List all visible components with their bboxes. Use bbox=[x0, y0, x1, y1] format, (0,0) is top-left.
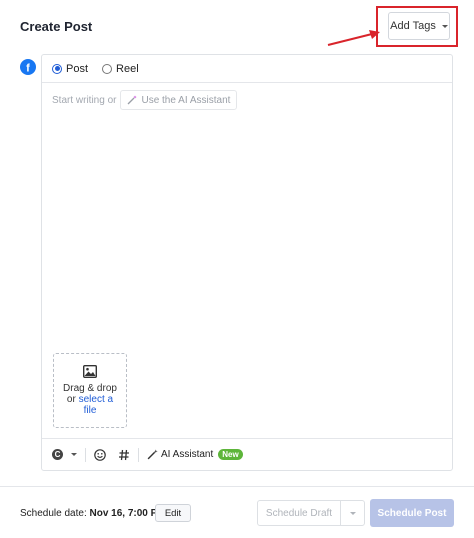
new-badge: New bbox=[218, 449, 243, 460]
chevron-down-icon[interactable] bbox=[71, 453, 77, 456]
magic-wand-icon bbox=[147, 449, 158, 460]
media-dropzone[interactable]: Drag & drop or select a file bbox=[53, 353, 127, 428]
start-writing-text: Start writing or bbox=[52, 94, 117, 106]
emoji-icon[interactable] bbox=[94, 448, 106, 461]
annotation-arrow-icon bbox=[327, 30, 380, 46]
select-file-link[interactable]: select a bbox=[79, 394, 113, 405]
post-type-reel-label: Reel bbox=[116, 62, 139, 75]
ai-assistant-chip[interactable]: Use the AI Assistant bbox=[120, 90, 238, 110]
post-type-post-label: Post bbox=[66, 62, 89, 75]
editor-placeholder[interactable]: Start writing or Use the AI Assistant bbox=[52, 90, 238, 110]
chevron-down-icon bbox=[349, 511, 356, 515]
ai-assistant-button[interactable]: AI Assistant New bbox=[147, 449, 243, 460]
schedule-date: Schedule date: Nov 16, 7:00 PM bbox=[20, 508, 166, 519]
schedule-draft-label: Schedule Draft bbox=[265, 507, 333, 519]
or-text: or bbox=[66, 394, 76, 405]
drag-drop-text: Drag & drop bbox=[63, 383, 117, 394]
reel-radio[interactable] bbox=[102, 63, 113, 74]
schedule-draft-dropdown[interactable] bbox=[340, 501, 364, 525]
hashtag-icon[interactable] bbox=[118, 449, 130, 461]
editor-toolbar: C AI Assistant New bbox=[42, 438, 452, 470]
post-editor-panel: Post Reel Start writing or Use the AI As… bbox=[41, 54, 453, 471]
page-title: Create Post bbox=[20, 19, 93, 34]
magic-wand-icon bbox=[128, 95, 138, 105]
edit-schedule-button[interactable]: Edit bbox=[155, 504, 191, 522]
svg-text:f: f bbox=[26, 63, 30, 75]
post-type-reel[interactable]: Reel bbox=[102, 63, 139, 75]
toolbar-divider bbox=[85, 447, 86, 462]
add-tags-button[interactable]: Add Tags bbox=[388, 12, 450, 40]
post-type-post[interactable]: Post bbox=[52, 63, 88, 75]
select-file-link-end[interactable]: file bbox=[84, 405, 97, 416]
ai-chip-label: Use the AI Assistant bbox=[141, 94, 231, 106]
facebook-icon: f bbox=[20, 59, 36, 75]
chevron-down-icon bbox=[441, 24, 448, 28]
ai-assistant-label: AI Assistant bbox=[161, 449, 214, 460]
image-icon bbox=[83, 365, 97, 378]
post-radio[interactable] bbox=[52, 63, 62, 74]
toolbar-divider bbox=[138, 447, 139, 462]
post-type-selector: Post Reel bbox=[42, 55, 452, 83]
content-library-icon[interactable]: C bbox=[52, 449, 63, 460]
footer-divider bbox=[0, 486, 474, 487]
schedule-date-label: Schedule date: bbox=[20, 508, 87, 519]
schedule-draft-button[interactable]: Schedule Draft bbox=[257, 500, 365, 526]
add-tags-label: Add Tags bbox=[390, 20, 436, 32]
schedule-post-button[interactable]: Schedule Post bbox=[370, 499, 454, 527]
